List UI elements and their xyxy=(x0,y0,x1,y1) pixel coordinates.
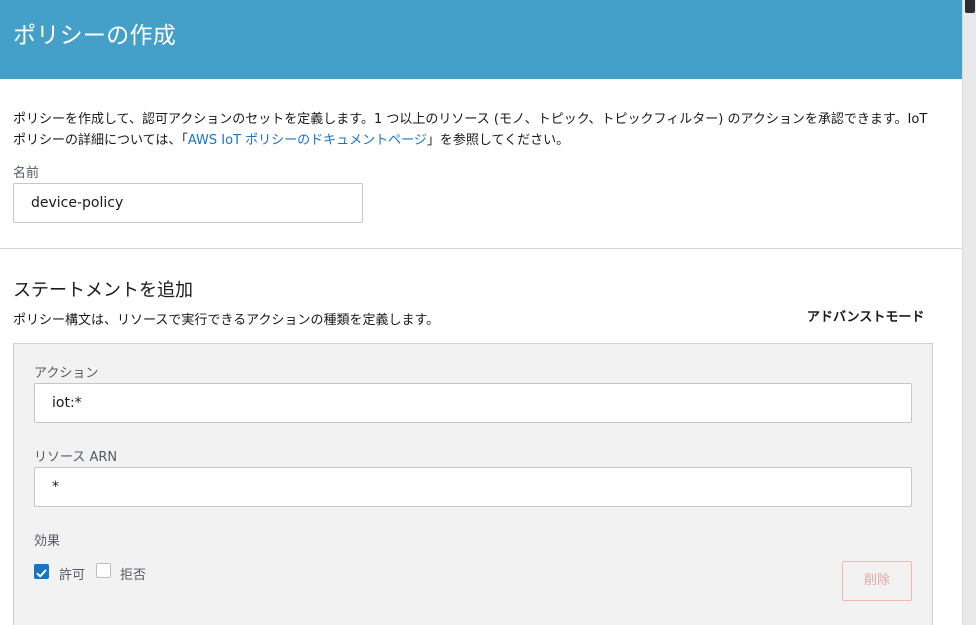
deny-label: 拒否 xyxy=(120,568,147,583)
statement-section-title: ステートメントを追加 xyxy=(13,280,193,301)
allow-label: 許可 xyxy=(59,568,86,583)
statement-panel: アクション iot:* リソース ARN * 効果 許可 拒否 削除 xyxy=(13,343,933,625)
page-title: ポリシーの作成 xyxy=(13,23,177,49)
page-header: ポリシーの作成 xyxy=(0,0,962,79)
action-input[interactable]: iot:* xyxy=(34,383,912,423)
policy-name-input[interactable]: device-policy xyxy=(13,183,363,223)
vertical-scrollbar[interactable] xyxy=(962,0,976,625)
intro-description: ポリシーを作成して、認可アクションのセットを定義します。1 つ以上のリソース (… xyxy=(13,109,943,151)
policy-docs-link[interactable]: AWS IoT ポリシーのドキュメントページ xyxy=(188,133,427,148)
effect-label: 効果 xyxy=(34,534,61,549)
scrollbar-thumb[interactable] xyxy=(965,0,975,13)
checkmark-icon xyxy=(36,569,47,578)
advanced-mode-link[interactable]: アドバンストモード xyxy=(807,306,924,325)
intro-text-end: 」を参照してください。 xyxy=(426,133,570,148)
resource-arn-input[interactable]: * xyxy=(34,467,912,507)
name-label: 名前 xyxy=(13,166,40,181)
section-divider xyxy=(0,248,962,249)
statement-section-subtitle: ポリシー構文は、リソースで実行できるアクションの種類を定義します。 xyxy=(13,313,440,328)
delete-statement-button[interactable]: 削除 xyxy=(842,561,912,601)
action-label: アクション xyxy=(34,366,99,381)
resource-arn-label: リソース ARN xyxy=(34,450,118,465)
create-policy-page: ポリシーの作成 ポリシーを作成して、認可アクションのセットを定義します。1 つ以… xyxy=(0,0,962,625)
allow-checkbox[interactable] xyxy=(34,564,49,579)
deny-checkbox[interactable] xyxy=(96,563,111,578)
